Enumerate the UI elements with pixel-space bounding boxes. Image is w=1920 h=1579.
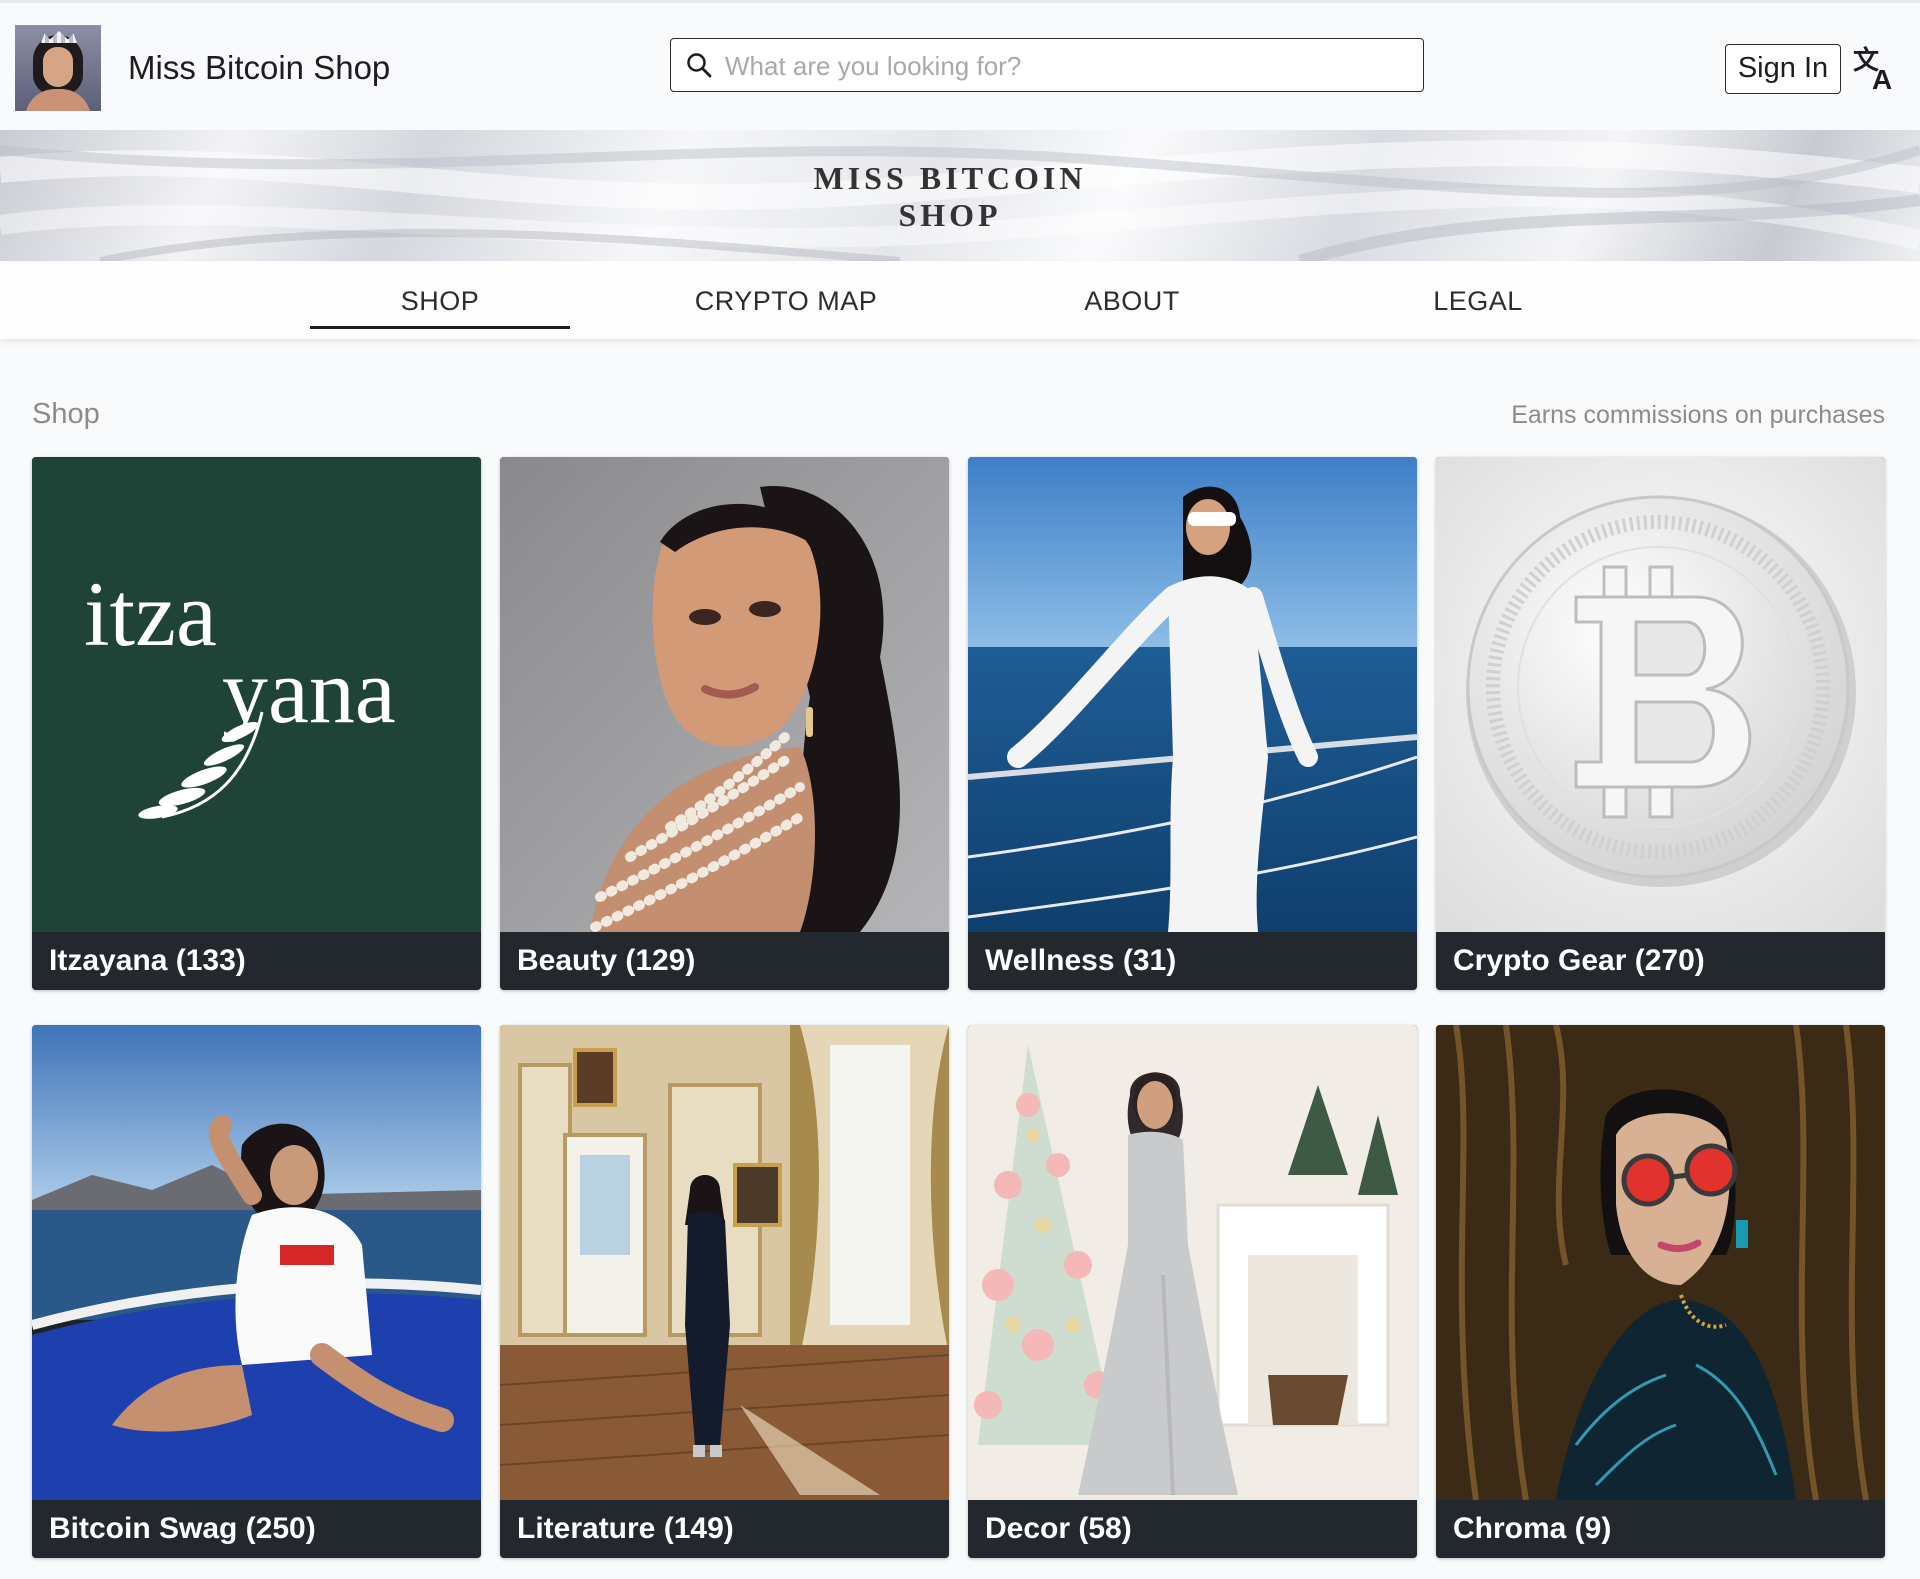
- nav-tab-crypto-map[interactable]: CRYPTO MAP: [656, 261, 916, 323]
- avatar-shoulders: [25, 89, 91, 111]
- translate-icon[interactable]: 文 A: [1852, 43, 1900, 93]
- category-card-decor[interactable]: Decor (58): [968, 1025, 1417, 1558]
- banner-title-line1: MISS BITCOIN: [813, 160, 1087, 196]
- search-box[interactable]: [670, 38, 1424, 92]
- wellness-photo: [968, 457, 1417, 932]
- nav-tab-about[interactable]: ABOUT: [1002, 261, 1262, 323]
- sign-in-button[interactable]: Sign In: [1725, 44, 1841, 94]
- nav-tab-legal[interactable]: LEGAL: [1348, 261, 1608, 323]
- section-title: Shop: [32, 398, 100, 430]
- category-label[interactable]: Crypto Gear (270): [1436, 932, 1885, 990]
- chroma-photo: [1436, 1025, 1885, 1500]
- category-label[interactable]: Decor (58): [968, 1500, 1417, 1558]
- category-label[interactable]: Itzayana (133): [32, 932, 481, 990]
- search-icon: [687, 53, 712, 78]
- category-card-chroma[interactable]: Chroma (9): [1436, 1025, 1885, 1558]
- site-title[interactable]: Miss Bitcoin Shop: [128, 49, 390, 87]
- profile-avatar[interactable]: [15, 25, 101, 111]
- category-card-bitcoin-swag[interactable]: Bitcoin Swag (250): [32, 1025, 481, 1558]
- category-card-itzayana[interactable]: itza yana Itzayana (133): [32, 457, 481, 990]
- category-label[interactable]: Bitcoin Swag (250): [32, 1500, 481, 1558]
- svg-text:A: A: [1872, 64, 1892, 93]
- main-nav: SHOP CRYPTO MAP ABOUT LEGAL: [0, 261, 1920, 339]
- category-label[interactable]: Wellness (31): [968, 932, 1417, 990]
- category-card-beauty[interactable]: Beauty (129): [500, 457, 949, 990]
- category-label[interactable]: Beauty (129): [500, 932, 949, 990]
- crypto-gear-photo: [1436, 457, 1885, 932]
- avatar-face: [43, 47, 73, 87]
- banner-title-line2: SHOP: [898, 197, 1002, 233]
- decor-photo: [968, 1025, 1417, 1500]
- category-card-wellness[interactable]: Wellness (31): [968, 457, 1417, 990]
- top-header: Miss Bitcoin Shop Sign In 文 A: [0, 0, 1920, 133]
- category-card-literature[interactable]: Literature (149): [500, 1025, 949, 1558]
- logo-text-itza: itza: [84, 563, 217, 665]
- literature-photo: [500, 1025, 949, 1500]
- commission-note: Earns commissions on purchases: [1511, 401, 1885, 429]
- crown-icon: [41, 31, 77, 43]
- bitcoin-swag-photo: [32, 1025, 481, 1500]
- nav-tab-shop[interactable]: SHOP: [310, 261, 570, 329]
- category-card-crypto-gear[interactable]: Crypto Gear (270): [1436, 457, 1885, 990]
- itzayana-logo-image: itza yana: [32, 457, 481, 932]
- search-input[interactable]: [723, 45, 1407, 87]
- hero-banner: MISS BITCOIN SHOP: [0, 130, 1920, 261]
- category-label[interactable]: Chroma (9): [1436, 1500, 1885, 1558]
- category-label[interactable]: Literature (149): [500, 1500, 949, 1558]
- banner-title: MISS BITCOIN SHOP: [0, 160, 1900, 234]
- beauty-photo: [500, 457, 949, 932]
